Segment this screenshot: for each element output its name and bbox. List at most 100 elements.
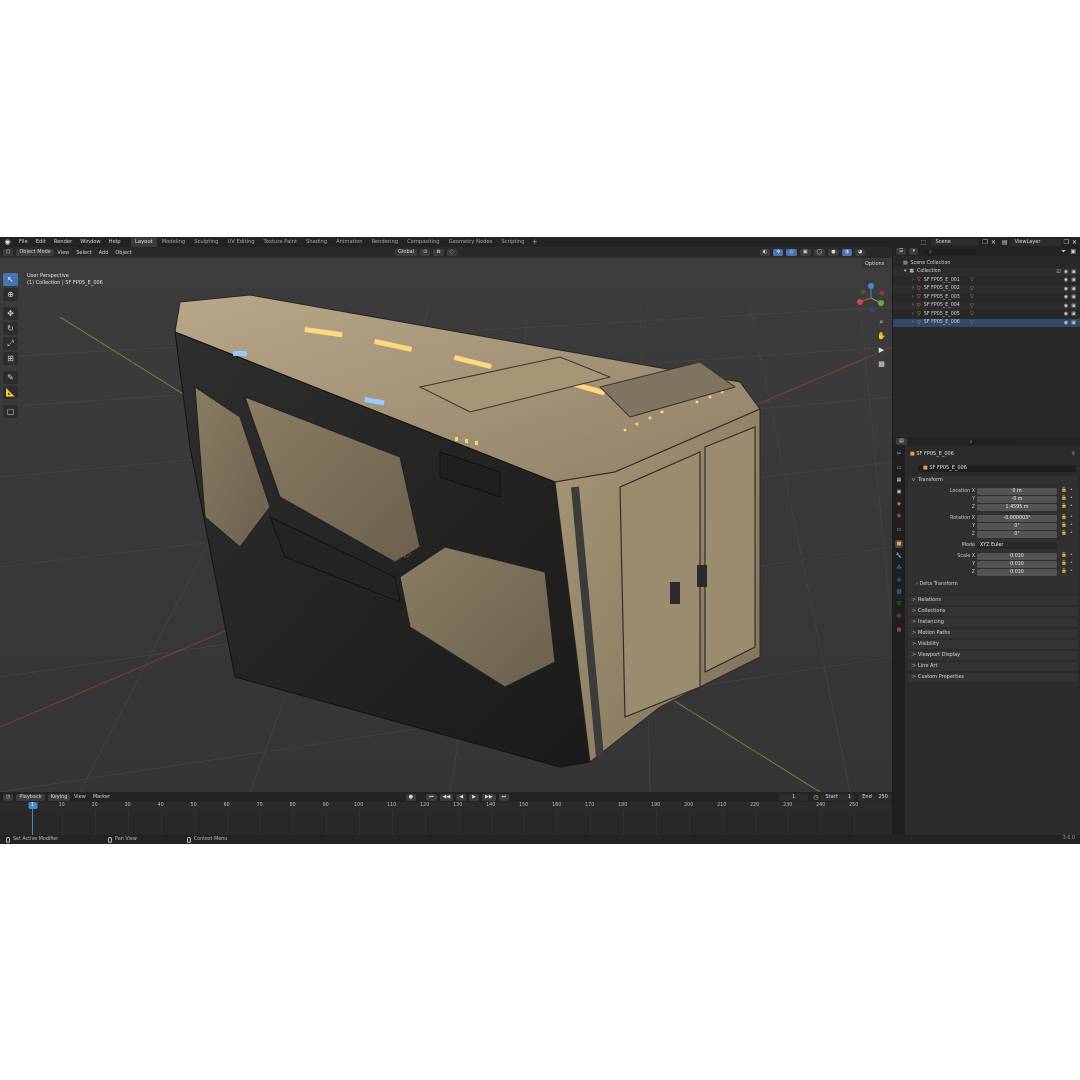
viewport-menu-view[interactable]: View xyxy=(54,250,73,256)
tab-animation[interactable]: Animation xyxy=(332,237,367,247)
properties-search-input[interactable]: ⌕ xyxy=(966,438,1017,445)
start-frame-field[interactable]: Start 1 xyxy=(821,793,856,801)
rotation-mode-dropdown[interactable]: XYZ Euler xyxy=(977,542,1057,549)
close-layer-icon[interactable]: ✕ xyxy=(1072,239,1077,246)
copy-layer-icon[interactable]: ❐ xyxy=(1064,239,1069,246)
visibility-icon[interactable]: ◐ xyxy=(759,249,771,256)
menu-help[interactable]: Help xyxy=(105,237,125,247)
camera-icon[interactable]: ▣ xyxy=(1071,286,1076,292)
render-tab-icon[interactable]: ▭ xyxy=(895,464,903,472)
expand-icon[interactable]: › xyxy=(912,295,914,300)
keyframe-dot-icon[interactable]: • xyxy=(1070,568,1073,574)
object-tab-icon[interactable]: ■ xyxy=(895,540,903,548)
expand-icon[interactable]: › xyxy=(912,320,914,325)
line-art-panel-header[interactable]: Line Art xyxy=(908,662,1078,671)
lock-icon[interactable]: 🔓 xyxy=(1061,553,1067,558)
keyframe-dot-icon[interactable]: • xyxy=(1070,530,1073,536)
viewport-display-panel-header[interactable]: Viewport Display xyxy=(908,651,1078,660)
camera-view-icon[interactable]: ▶ xyxy=(876,345,887,356)
3d-viewport[interactable]: ⬡ Object Mode View Select Add Object Glo… xyxy=(0,247,892,792)
viewport-menu-add[interactable]: Add xyxy=(95,250,112,256)
menu-window[interactable]: Window xyxy=(76,237,104,247)
shading-material-icon[interactable]: ◑ xyxy=(841,249,852,256)
particles-tab-icon[interactable]: ⁂ xyxy=(895,564,903,572)
eye-icon[interactable]: ◉ xyxy=(1064,277,1068,283)
instancing-panel-header[interactable]: Instancing xyxy=(908,618,1078,627)
lock-icon[interactable]: 🔓 xyxy=(1061,515,1067,520)
timeline-menu-marker[interactable]: Marker xyxy=(89,794,113,800)
outliner-editor-icon[interactable]: ☰ xyxy=(896,248,907,255)
eye-icon[interactable]: ◉ xyxy=(1064,294,1068,300)
properties-editor[interactable]: ▤ ⌕ ✂ ▭ ▦ ▣ ◆ ◉ ▭ ■ 🔧 ⁂ ◎ ⛓ ▽ ◍ ▩ ■ SF F… xyxy=(893,437,1080,835)
rotate-tool-icon[interactable]: ↻ xyxy=(3,322,18,335)
viewport-menu-select[interactable]: Select xyxy=(73,250,95,256)
measure-tool-icon[interactable]: 📐 xyxy=(3,386,18,399)
navigation-gizmo[interactable] xyxy=(856,283,886,313)
texture-tab-icon[interactable]: ▩ xyxy=(895,626,903,634)
outliner-object-row[interactable]: › ▽ SF FP05_E_001 ▽ ◉ ▣ xyxy=(893,276,1080,284)
eye-icon[interactable]: ◉ xyxy=(1064,269,1068,275)
lock-icon[interactable]: 🔓 xyxy=(1061,561,1067,566)
viewport-menu-object[interactable]: Object xyxy=(112,250,135,256)
collection-tab-icon[interactable]: ▭ xyxy=(895,526,903,534)
end-frame-field[interactable]: End 250 xyxy=(858,793,892,801)
delta-transform-header[interactable]: › Delta Transform xyxy=(916,582,958,587)
keyframe-dot-icon[interactable]: • xyxy=(1070,495,1073,501)
world-tab-icon[interactable]: ◉ xyxy=(895,512,903,520)
clock-icon[interactable]: ◷ xyxy=(813,794,818,801)
keyframe-dot-icon[interactable]: • xyxy=(1070,552,1073,558)
scene-name-field[interactable]: Scene xyxy=(931,238,980,246)
scene-tab-icon[interactable]: ◆ xyxy=(895,500,903,508)
custom-properties-panel-header[interactable]: Custom Properties xyxy=(908,673,1078,682)
collections-panel-header[interactable]: Collections xyxy=(908,607,1078,616)
prev-keyframe-icon[interactable]: ◀◀ xyxy=(439,793,454,801)
shading-wireframe-icon[interactable]: ◯ xyxy=(813,249,826,256)
eye-icon[interactable]: ◉ xyxy=(1064,303,1068,309)
gizmo-toggle-icon[interactable]: ✥ xyxy=(773,249,784,256)
shading-rendered-icon[interactable]: ◕ xyxy=(854,249,866,256)
keyframe-dot-icon[interactable]: • xyxy=(1070,560,1073,566)
eye-icon[interactable]: ◉ xyxy=(1064,320,1068,326)
camera-icon[interactable]: ▣ xyxy=(1071,303,1076,309)
new-collection-icon[interactable]: ▣ xyxy=(1070,248,1076,255)
transform-tool-icon[interactable]: ⊞ xyxy=(3,352,18,365)
move-tool-icon[interactable]: ✥ xyxy=(3,307,18,320)
camera-icon[interactable]: ▣ xyxy=(1071,320,1076,326)
blender-logo-icon[interactable]: ◉ xyxy=(3,238,12,247)
xray-icon[interactable]: ▣ xyxy=(799,249,811,256)
properties-editor-icon[interactable]: ▤ xyxy=(896,438,907,445)
location-y-field[interactable]: -0 m xyxy=(977,496,1057,503)
timeline-tracks[interactable] xyxy=(0,810,892,835)
timeline-menu-keying[interactable]: Keying xyxy=(47,793,71,801)
data-tab-icon[interactable]: ▽ xyxy=(895,600,903,608)
select-box-icon[interactable]: ↖ xyxy=(3,273,18,286)
editor-type-icon[interactable]: ⬡ xyxy=(3,249,14,256)
rotation-y-field[interactable]: 0° xyxy=(977,523,1057,530)
physics-tab-icon[interactable]: ◎ xyxy=(895,576,903,584)
outliner-object-row-selected[interactable]: › ▽ SF FP05_E_006 ▽ ◉ ▣ xyxy=(893,318,1080,327)
play-icon[interactable]: ▶ xyxy=(469,793,479,801)
collection-expand-icon[interactable]: ▾ xyxy=(904,269,906,274)
outliner-object-row[interactable]: › ▽ SF FP05_E_004 ▽ ◉ ▣ xyxy=(893,301,1080,310)
constraints-tab-icon[interactable]: ⛓ xyxy=(895,588,903,596)
location-x-field[interactable]: 0 m xyxy=(977,488,1057,495)
tab-layout[interactable]: Layout xyxy=(130,237,158,247)
timeline-editor-type-icon[interactable]: ◷ xyxy=(3,793,14,801)
timeline-editor[interactable]: ◷ Playback Keying View Marker ● ⏮ ◀◀ ◀ ▶… xyxy=(0,792,892,835)
view-layer-tab-icon[interactable]: ▣ xyxy=(895,488,903,496)
proportional-icon[interactable]: ◌ xyxy=(446,249,457,256)
close-icon[interactable]: ✕ xyxy=(991,239,996,246)
outliner-display-icon[interactable]: ▾ xyxy=(909,248,918,255)
object-name-field[interactable]: ■ SF FP05_E_006 xyxy=(918,465,1076,472)
camera-icon[interactable]: ▣ xyxy=(1071,269,1076,275)
current-frame-field[interactable]: 1 xyxy=(779,793,809,801)
tab-shading[interactable]: Shading xyxy=(302,237,332,247)
menu-edit[interactable]: Edit xyxy=(32,237,50,247)
eye-icon[interactable]: ◉ xyxy=(1064,311,1068,317)
scale-tool-icon[interactable]: ⤢ xyxy=(3,337,18,350)
outliner-object-row[interactable]: › ▽ SF FP05_E_002 ▽ ◉ ▣ xyxy=(893,284,1080,293)
tab-texture-paint[interactable]: Texture Paint xyxy=(259,237,301,247)
location-z-field[interactable]: 1.4595 m xyxy=(977,504,1057,511)
eye-icon[interactable]: ◉ xyxy=(1064,286,1068,292)
orientation-dropdown[interactable]: Global xyxy=(395,249,418,256)
